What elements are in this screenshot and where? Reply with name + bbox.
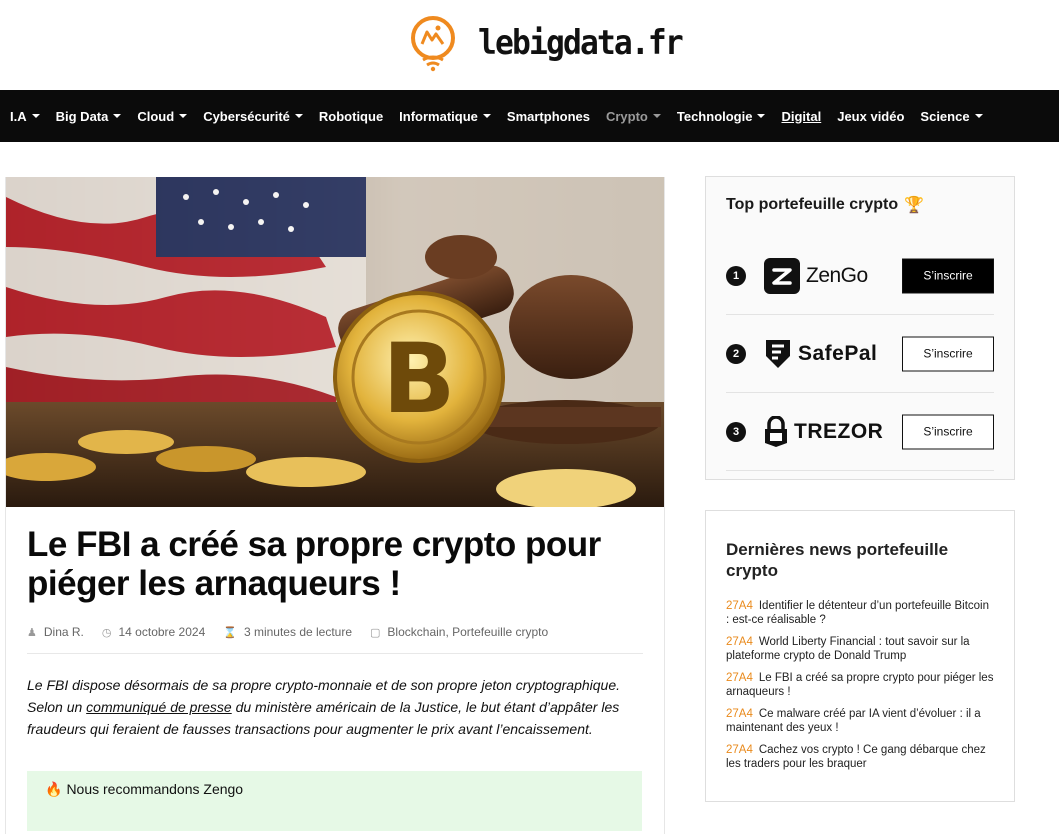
news-item[interactable]: 27A4 Ce malware créé par IA vient d’évolu… xyxy=(726,707,994,735)
rank-badge: 3 xyxy=(726,421,746,442)
nav-item-smartphones[interactable]: Smartphones xyxy=(507,109,590,124)
site-name: lebigdata.fr xyxy=(478,23,684,63)
top-wallets-widget: Top portefeuille crypto 🏆 1 ZenGo S’insc… xyxy=(705,176,1015,480)
safepal-logo-icon xyxy=(766,339,790,368)
nav-item-digital[interactable]: Digital xyxy=(781,109,821,124)
article-title: Le FBI a créé sa propre crypto pour piég… xyxy=(27,525,601,603)
article-date: ◷ 14 octobre 2024 xyxy=(101,625,206,639)
article-author[interactable]: ♟ Dina R. xyxy=(27,625,84,639)
news-item[interactable]: 27A4 Cachez vos crypto ! Ce gang débarque… xyxy=(726,743,994,771)
chevron-down-icon xyxy=(974,114,983,118)
press-release-link[interactable]: communiqué de presse xyxy=(86,699,232,715)
news-item[interactable]: 27A4 World Liberty Financial : tout savoi… xyxy=(726,635,994,663)
nav-item-cybersecurite[interactable]: Cybersécurité xyxy=(203,109,303,124)
chevron-down-icon xyxy=(757,114,766,118)
nav-item-ia[interactable]: I.A xyxy=(10,109,40,124)
news-item[interactable]: 27A4 Identifier le détenteur d’un portefe… xyxy=(726,599,994,627)
article-reading-time: ⌛ 3 minutes de lecture xyxy=(223,625,353,639)
zengo-logo[interactable]: ZenGo xyxy=(764,257,884,294)
signup-button-zengo[interactable]: S’inscrire xyxy=(902,258,994,293)
nav-item-robotique[interactable]: Robotique xyxy=(319,109,383,124)
article: B Le FBI a créé sa propre crypto pour pi… xyxy=(5,177,665,834)
logo-icon xyxy=(411,16,455,72)
site-logo[interactable]: lebigdata.fr xyxy=(408,14,700,72)
trezor-logo[interactable]: TREZOR xyxy=(764,415,884,448)
site-header: lebigdata.fr xyxy=(0,0,1059,90)
article-intro: Le FBI dispose désormais de sa propre cr… xyxy=(27,677,621,737)
nav-item-jeux-video[interactable]: Jeux vidéo xyxy=(837,109,904,124)
latest-news-widget: Dernières news portefeuille crypto 27A4 I… xyxy=(705,510,1015,802)
zengo-logo-icon xyxy=(764,257,800,294)
rank-badge: 2 xyxy=(726,343,746,364)
chevron-down-icon xyxy=(31,114,40,118)
wallet-list: 1 ZenGo S’inscrire 2 SafePal S’inscrire … xyxy=(726,237,994,471)
nav-item-technologie[interactable]: Technologie xyxy=(677,109,766,124)
nav-item-cloud[interactable]: Cloud xyxy=(137,109,188,124)
nav-item-big-data[interactable]: Big Data xyxy=(56,109,122,124)
article-categories[interactable]: ▢ Blockchain, Portefeuille crypto xyxy=(370,625,548,639)
clock-icon: ◷ xyxy=(101,626,112,639)
news-item[interactable]: 27A4 Le FBI a créé sa propre crypto pour … xyxy=(726,671,994,699)
chevron-down-icon xyxy=(482,114,491,118)
nav-item-crypto[interactable]: Crypto xyxy=(606,109,661,124)
recommendation-box: 🔥 Nous recommandons Zengo xyxy=(27,771,642,831)
recommendation-text: Nous recommandons Zengo xyxy=(66,781,244,797)
signup-button-trezor[interactable]: S’inscrire xyxy=(902,414,994,449)
user-icon: ♟ xyxy=(27,626,37,639)
chevron-down-icon xyxy=(294,114,303,118)
chevron-down-icon xyxy=(179,114,188,118)
chevron-down-icon xyxy=(113,114,122,118)
nav-item-informatique[interactable]: Informatique xyxy=(399,109,491,124)
hourglass-icon: ⌛ xyxy=(223,626,237,639)
news-list: 27A4 Identifier le détenteur d’un portefe… xyxy=(726,599,994,771)
wallet-row-trezor: 3 TREZOR S’inscrire xyxy=(726,393,994,471)
article-hero-image: B xyxy=(6,177,664,507)
signup-button-safepal[interactable]: S’inscrire xyxy=(902,336,994,371)
lock-icon xyxy=(765,415,787,447)
chevron-down-icon xyxy=(652,114,661,118)
folder-icon: ▢ xyxy=(370,626,381,639)
fire-icon: 🔥 xyxy=(45,781,63,797)
widget-title: Top portefeuille crypto 🏆 xyxy=(726,196,925,214)
trophy-icon: 🏆 xyxy=(904,197,925,214)
nav-item-science[interactable]: Science xyxy=(920,109,983,124)
wallet-row-safepal: 2 SafePal S’inscrire xyxy=(726,315,994,393)
article-meta: ♟ Dina R. ◷ 14 octobre 2024 ⌛ 3 minutes de … xyxy=(27,625,643,654)
svg-text:B: B xyxy=(382,323,455,435)
rank-badge: 1 xyxy=(726,265,746,286)
main-nav: I.A Big Data Cloud Cybersécurité Robotiq… xyxy=(0,90,1059,142)
wallet-row-zengo: 1 ZenGo S’inscrire xyxy=(726,237,994,315)
safepal-logo[interactable]: SafePal xyxy=(764,338,884,370)
widget-title: Dernières news portefeuille crypto xyxy=(726,540,949,580)
